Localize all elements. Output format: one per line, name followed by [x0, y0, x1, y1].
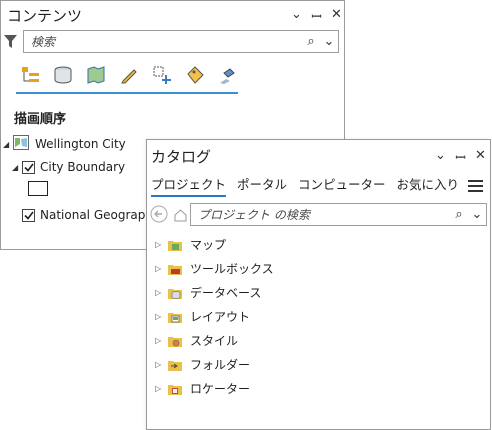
expand-caret-icon[interactable]: ▷ [155, 384, 168, 393]
layer-symbol-swatch[interactable] [28, 181, 48, 196]
list-by-perspective-imagery-icon[interactable] [215, 62, 240, 87]
tab-computer[interactable]: コンピューター [298, 174, 386, 197]
list-by-editing-icon[interactable] [116, 62, 141, 87]
catalog-item-folders[interactable]: ▷ フォルダー [155, 356, 250, 373]
collapse-caret-icon[interactable]: ◢ [12, 163, 22, 172]
search-icon[interactable]: ⌕ [450, 207, 468, 222]
contents-search-placeholder: 検索 [31, 35, 56, 49]
close-icon[interactable]: ✕ [331, 7, 342, 25]
layer-visibility-checkbox[interactable] [22, 208, 35, 222]
catalog-item-layouts[interactable]: ▷ レイアウト [155, 308, 250, 325]
catalog-item-maps[interactable]: ▷ マップ [155, 236, 226, 253]
pin-icon[interactable]: ꟷ [455, 148, 466, 166]
expand-caret-icon[interactable]: ▷ [155, 360, 168, 369]
catalog-item-locators[interactable]: ▷ ロケーター [155, 380, 250, 397]
catalog-item-toolboxes[interactable]: ▷ ツールボックス [155, 260, 274, 277]
expand-caret-icon[interactable]: ▷ [155, 336, 168, 345]
catalog-pane: カタログ ⌄ ꟷ ✕ プロジェクト ポータル コンピューター お気に入り プロジ… [146, 139, 491, 430]
list-by-source-icon[interactable] [50, 62, 75, 87]
map-icon [13, 135, 29, 153]
catalog-item-label: ロケーター [190, 382, 251, 396]
catalog-window-controls: ⌄ ꟷ ✕ [435, 148, 486, 166]
list-by-labeling-icon[interactable] [182, 62, 207, 87]
search-icon[interactable]: ⌕ [302, 34, 320, 49]
map-name-label: Wellington City [35, 137, 126, 151]
tab-project[interactable]: プロジェクト [151, 174, 227, 197]
tree-row-map[interactable]: ◢ Wellington City [3, 135, 126, 153]
list-by-selection-icon[interactable] [83, 62, 108, 87]
catalog-search-placeholder: プロジェクト の検索 [198, 208, 310, 222]
expand-caret-icon[interactable]: ▷ [155, 240, 168, 249]
back-arrow-icon[interactable] [150, 205, 168, 227]
list-by-drawing-order-icon[interactable] [17, 62, 42, 87]
catalog-item-label: レイアウト [190, 310, 251, 324]
filter-icon[interactable] [4, 34, 17, 53]
catalog-item-label: データベース [190, 286, 262, 300]
chevron-down-icon[interactable]: ⌄ [320, 34, 338, 49]
home-icon[interactable] [174, 207, 187, 226]
chevron-down-icon[interactable]: ⌄ [468, 207, 486, 222]
layer-label: National Geographic [40, 208, 163, 222]
tree-row-layer-city-boundary[interactable]: ◢ City Boundary [12, 160, 125, 174]
catalog-title: カタログ [151, 148, 212, 166]
expand-caret-icon[interactable]: ▷ [155, 264, 168, 273]
locator-folder-icon [168, 383, 182, 395]
collapse-caret-icon[interactable]: ◢ [3, 140, 13, 149]
close-icon[interactable]: ✕ [475, 148, 486, 166]
toolbar-underline [16, 92, 238, 94]
tree-row-layer-national-geographic[interactable]: National Geographic [22, 208, 163, 222]
expand-caret-icon[interactable]: ▷ [155, 312, 168, 321]
toolbox-folder-icon [168, 263, 182, 275]
chevron-down-icon[interactable]: ⌄ [291, 7, 302, 25]
hamburger-menu-icon[interactable] [468, 177, 483, 196]
layer-label: City Boundary [40, 160, 126, 174]
catalog-search-input[interactable]: プロジェクト の検索 ⌕ ⌄ [190, 203, 487, 226]
layer-visibility-checkbox[interactable] [22, 160, 35, 174]
catalog-item-databases[interactable]: ▷ データベース [155, 284, 261, 301]
folder-icon [168, 359, 182, 371]
catalog-item-label: ツールボックス [190, 262, 274, 276]
chevron-down-icon[interactable]: ⌄ [435, 148, 446, 166]
tab-portal[interactable]: ポータル [237, 174, 287, 197]
catalog-tabs: プロジェクト ポータル コンピューター お気に入り [151, 174, 459, 197]
catalog-item-label: スタイル [190, 334, 239, 348]
pin-icon[interactable]: ꟷ [311, 7, 322, 25]
catalog-item-styles[interactable]: ▷ スタイル [155, 332, 238, 349]
contents-title: コンテンツ [7, 7, 83, 25]
contents-window-controls: ⌄ ꟷ ✕ [291, 7, 342, 25]
map-folder-icon [168, 239, 182, 251]
tab-favorites[interactable]: お気に入り [397, 174, 460, 197]
list-by-snapping-icon[interactable] [149, 62, 174, 87]
style-folder-icon [168, 335, 182, 347]
drawing-order-heading: 描画順序 [14, 112, 67, 127]
expand-caret-icon[interactable]: ▷ [155, 288, 168, 297]
contents-search-input[interactable]: 検索 ⌕ ⌄ [23, 30, 339, 53]
layout-folder-icon [168, 311, 182, 323]
catalog-item-label: フォルダー [190, 358, 251, 372]
catalog-item-label: マップ [190, 238, 227, 252]
database-folder-icon [168, 287, 182, 299]
contents-toolbar [17, 62, 240, 87]
